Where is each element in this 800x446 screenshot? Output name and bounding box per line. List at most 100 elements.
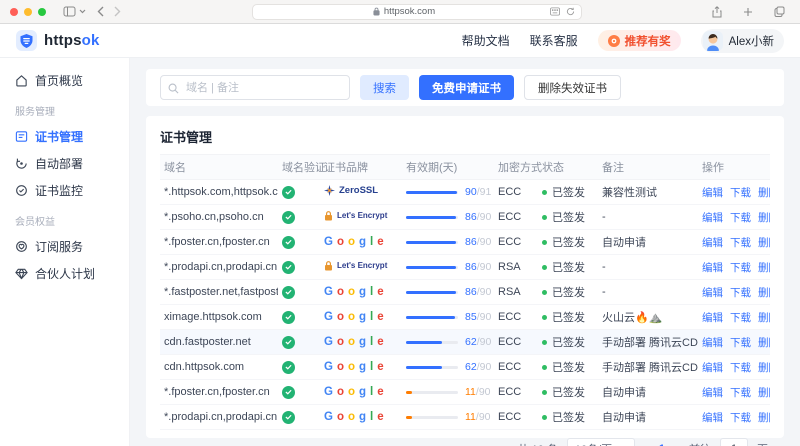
delete-link[interactable]: 删除: [758, 362, 770, 374]
table-row: *.fastposter.net,fastposter.net Google 86/…: [160, 279, 770, 305]
chevron-down-icon[interactable]: [79, 9, 86, 14]
remark-cell: 兼容性测试: [602, 187, 657, 199]
delete-link[interactable]: 删除: [758, 387, 770, 399]
edit-link[interactable]: 编辑: [702, 262, 723, 274]
certificate-table: 域名 域名验证 证书品牌 有效期(天) 加密方式 状态 备注 操作 *.httpsok.com…: [160, 154, 770, 430]
edit-link[interactable]: 编辑: [702, 362, 723, 374]
download-link[interactable]: 下载: [730, 412, 751, 424]
google-logo: Google: [324, 411, 384, 423]
encryption-method: ECC: [498, 186, 522, 198]
browser-chrome: httpsok.com: [0, 0, 800, 24]
sidebar-item-label: 订阅服务: [35, 240, 84, 254]
zoom-window-button[interactable]: [38, 7, 46, 16]
status-dot: [542, 315, 547, 320]
domain-cell: *.prodapi.cn,prodapi.cn: [164, 411, 278, 423]
encryption-method: ECC: [498, 311, 522, 323]
delete-expired-button[interactable]: 删除失效证书: [524, 75, 621, 100]
google-logo: Google: [324, 336, 384, 348]
tab-overview-icon[interactable]: [774, 6, 785, 18]
edit-link[interactable]: 编辑: [702, 312, 723, 324]
edit-link[interactable]: 编辑: [702, 287, 723, 299]
validity-progress-bar: [406, 215, 458, 219]
sidebar-item-partner[interactable]: 合伙人计划: [0, 260, 129, 287]
close-window-button[interactable]: [10, 7, 18, 16]
search-button[interactable]: 搜索: [360, 75, 409, 100]
download-link[interactable]: 下载: [730, 212, 751, 224]
sidebar-item-monitor[interactable]: 证书监控: [0, 177, 129, 204]
download-link[interactable]: 下载: [730, 387, 751, 399]
column-header: 域名: [160, 154, 278, 180]
nav-help-docs[interactable]: 帮助文档: [462, 32, 510, 49]
delete-link[interactable]: 删除: [758, 212, 770, 224]
sidebar-item-overview[interactable]: 首页概览: [0, 67, 129, 94]
validity-progress-bar: [406, 365, 458, 369]
share-icon[interactable]: [712, 5, 722, 18]
sidebar-section-label: 会员权益: [15, 217, 55, 228]
minimize-window-button[interactable]: [24, 7, 32, 16]
download-link[interactable]: 下载: [730, 337, 751, 349]
validity-days: 85/90: [465, 311, 492, 323]
download-link[interactable]: 下载: [730, 237, 751, 249]
edit-link[interactable]: 编辑: [702, 412, 723, 424]
status-dot: [542, 190, 547, 195]
delete-link[interactable]: 删除: [758, 287, 770, 299]
download-link[interactable]: 下载: [730, 312, 751, 324]
next-page-button[interactable]: ›: [676, 442, 680, 446]
delete-link[interactable]: 删除: [758, 262, 770, 274]
prev-page-button[interactable]: ‹: [644, 442, 648, 446]
domain-verified-icon: [282, 185, 295, 199]
column-header: 有效期(天): [402, 154, 494, 180]
download-link[interactable]: 下载: [730, 287, 751, 299]
status-label: 已签发: [552, 412, 585, 424]
search-input[interactable]: [160, 75, 350, 100]
table-row: *.psoho.cn,psoho.cn Let's Encrypt 86/90 ECC…: [160, 204, 770, 230]
edit-link[interactable]: 编辑: [702, 337, 723, 349]
remark-cell: -: [602, 286, 606, 298]
reload-icon[interactable]: [566, 7, 575, 16]
delete-link[interactable]: 删除: [758, 237, 770, 249]
sidebar-section-label: 服务管理: [15, 107, 55, 118]
status-label: 已签发: [552, 312, 585, 324]
validity-progress-bar: [406, 240, 458, 244]
sidebar-item-deploy[interactable]: 自动部署: [0, 150, 129, 177]
goto-page-input[interactable]: [720, 438, 748, 446]
translate-icon[interactable]: [549, 7, 560, 16]
validity-days: 86/90: [465, 286, 492, 298]
remark-cell: 手动部署 腾讯云CDN 申请: [602, 337, 698, 349]
remark-cell: 自动申请: [602, 237, 646, 249]
table-row: ximage.httpsok.com Go o g l e 85/90 ECC 已签发 火山云🔥⛰…: [160, 304, 770, 330]
page-size-select[interactable]: 10条/页: [566, 438, 635, 446]
remark-cell: 火山云🔥⛰️: [602, 312, 663, 324]
zerossl-logo: ZeroSSL: [324, 185, 378, 196]
delete-link[interactable]: 删除: [758, 412, 770, 424]
nav-contact-support[interactable]: 联系客服: [530, 32, 578, 49]
encryption-method: ECC: [498, 411, 522, 423]
delete-link[interactable]: 删除: [758, 312, 770, 324]
shield-logo-icon: [16, 30, 37, 51]
user-menu[interactable]: Alex小新: [700, 28, 784, 53]
sidebar-item-certificates[interactable]: 证书管理: [0, 123, 129, 150]
address-bar[interactable]: httpsok.com: [251, 3, 582, 20]
sidebar-toggle-icon[interactable]: [63, 6, 76, 17]
referral-reward-badge[interactable]: 推荐有奖: [597, 30, 681, 51]
delete-link[interactable]: 删除: [758, 337, 770, 349]
new-tab-icon[interactable]: [743, 6, 753, 18]
download-link[interactable]: 下载: [730, 362, 751, 374]
edit-link[interactable]: 编辑: [702, 212, 723, 224]
app-logo[interactable]: httpsok: [16, 30, 100, 51]
delete-link[interactable]: 删除: [758, 187, 770, 199]
edit-link[interactable]: 编辑: [702, 237, 723, 249]
sidebar-item-subscribe[interactable]: 订阅服务: [0, 233, 129, 260]
forward-button[interactable]: [114, 6, 121, 17]
domain-cell: cdn.httpsok.com: [164, 361, 245, 373]
edit-link[interactable]: 编辑: [702, 187, 723, 199]
back-button[interactable]: [97, 6, 104, 17]
edit-link[interactable]: 编辑: [702, 387, 723, 399]
validity-progress-bar: [406, 390, 458, 394]
download-link[interactable]: 下载: [730, 187, 751, 199]
total-count: 共 10 条: [518, 441, 558, 446]
status-label: 已签发: [552, 262, 585, 274]
validity-progress-bar: [406, 415, 458, 419]
download-link[interactable]: 下载: [730, 262, 751, 274]
apply-certificate-button[interactable]: 免费申请证书: [419, 75, 514, 100]
